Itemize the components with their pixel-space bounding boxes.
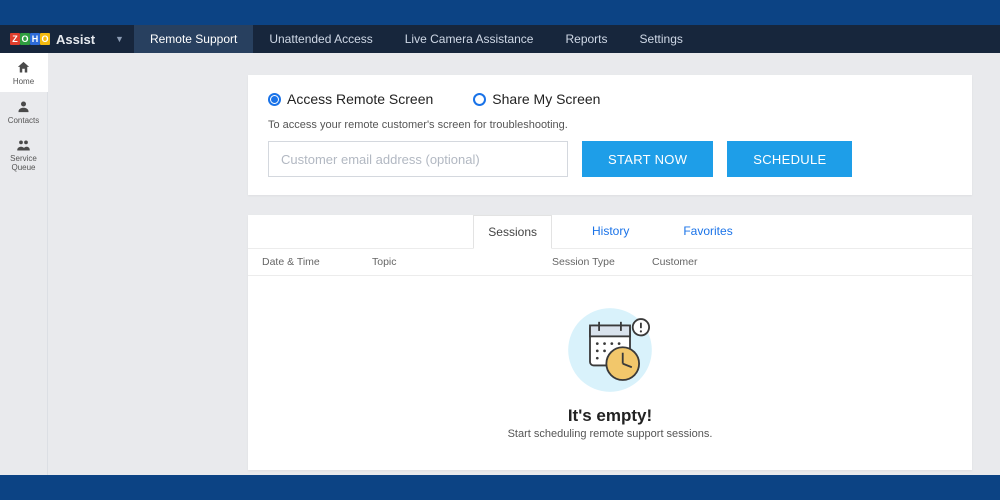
sidebar: Home Contacts Service Queue [0, 53, 48, 475]
home-icon [16, 60, 31, 75]
radio-icon [473, 93, 486, 106]
zoho-logo-icon: ZOHO [10, 33, 50, 45]
empty-state: It's empty! Start scheduling remote supp… [248, 276, 972, 470]
subtab-sessions[interactable]: Sessions [473, 215, 552, 249]
col-date: Date & Time [262, 256, 372, 268]
tab-reports[interactable]: Reports [549, 25, 623, 53]
col-type: Session Type [552, 256, 652, 268]
queue-icon [16, 138, 31, 153]
radio-access-remote[interactable]: Access Remote Screen [268, 91, 433, 107]
subtab-history[interactable]: History [578, 215, 643, 248]
sidebar-item-contacts[interactable]: Contacts [0, 92, 48, 131]
radio-label: Access Remote Screen [287, 91, 433, 107]
sidebar-item-label: Contacts [8, 116, 40, 125]
empty-calendar-clock-icon [555, 300, 665, 400]
start-now-button[interactable]: START NOW [582, 141, 713, 177]
col-topic: Topic [372, 256, 552, 268]
sidebar-item-label: Service Queue [0, 155, 48, 173]
tab-remote-support[interactable]: Remote Support [134, 25, 253, 53]
top-nav: ZOHO Assist ▼ Remote Support Unattended … [0, 25, 1000, 53]
customer-email-input[interactable] [268, 141, 568, 177]
product-name: Assist [56, 32, 95, 47]
user-icon [16, 99, 31, 114]
radio-share-screen[interactable]: Share My Screen [473, 91, 600, 107]
radio-icon [268, 93, 281, 106]
radio-label: Share My Screen [492, 91, 600, 107]
brand[interactable]: ZOHO Assist [0, 32, 105, 47]
tab-live-camera[interactable]: Live Camera Assistance [389, 25, 550, 53]
sidebar-item-label: Home [13, 77, 34, 86]
sessions-subtabs: Sessions History Favorites [248, 215, 972, 249]
empty-subtitle: Start scheduling remote support sessions… [508, 428, 713, 440]
chevron-down-icon[interactable]: ▼ [115, 34, 124, 44]
empty-title: It's empty! [568, 406, 652, 426]
subtab-favorites[interactable]: Favorites [669, 215, 746, 248]
table-header: Date & Time Topic Session Type Customer [248, 249, 972, 276]
sessions-list-card: Sessions History Favorites Date & Time T… [248, 215, 972, 470]
tab-settings[interactable]: Settings [624, 25, 699, 53]
sidebar-item-home[interactable]: Home [0, 53, 48, 92]
session-start-card: Access Remote Screen Share My Screen To … [248, 75, 972, 195]
tab-unattended-access[interactable]: Unattended Access [253, 25, 388, 53]
sidebar-item-service-queue[interactable]: Service Queue [0, 131, 48, 179]
helper-text: To access your remote customer's screen … [268, 119, 952, 131]
main-tabs: Remote Support Unattended Access Live Ca… [134, 25, 699, 53]
schedule-button[interactable]: SCHEDULE [727, 141, 852, 177]
col-customer: Customer [652, 256, 958, 268]
